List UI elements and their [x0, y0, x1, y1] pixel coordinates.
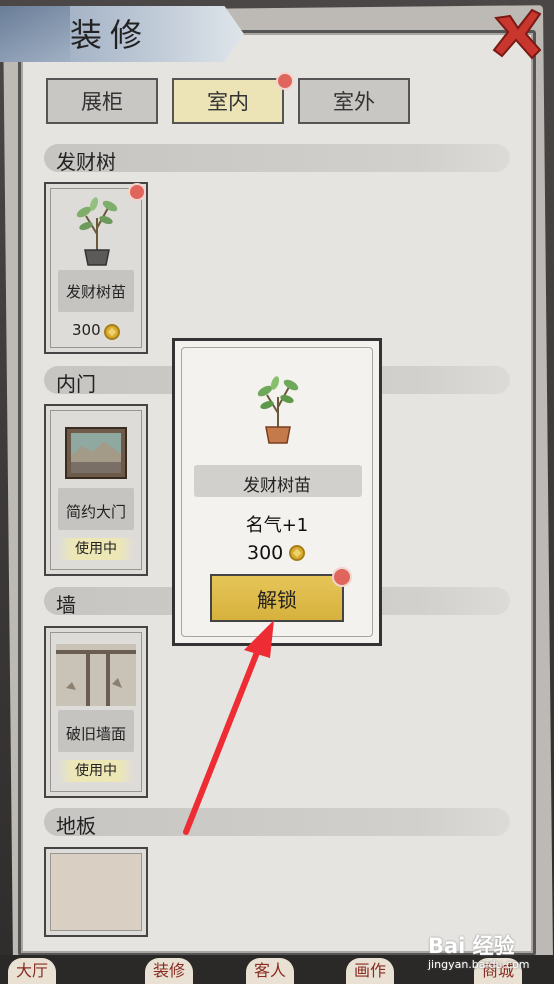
popup-item-name: 发财树苗 [243, 476, 311, 496]
nav-hall[interactable]: 大厅 [8, 958, 57, 984]
section-label: 发财树 [56, 150, 116, 174]
plant-pot-icon [257, 376, 299, 444]
nav-decoration[interactable]: 装修 [145, 958, 194, 984]
tab-label: 室内 [207, 90, 249, 114]
section-bar [44, 808, 510, 836]
watermark: Bai 经验 jingyan.baidu.com [428, 930, 550, 980]
item-name: 破旧墙面 [65, 725, 126, 743]
in-use-badge: 使用中 [58, 538, 134, 560]
watermark-main: Bai 经验 [428, 934, 515, 958]
item-name: 发财树苗 [65, 283, 126, 301]
popup-price: 300 [247, 542, 284, 564]
item-detail-popup: 发财树苗 名气+1 300 解锁 [172, 338, 382, 646]
nav-guests[interactable]: 客人 [246, 958, 295, 984]
popup-effect: 名气+1 [245, 515, 309, 536]
unlock-button[interactable]: 解锁 [210, 574, 344, 622]
item-card-old-wall[interactable]: 破旧墙面 使用中 [44, 626, 148, 798]
notification-dot [332, 567, 352, 587]
tab-label: 展柜 [81, 90, 123, 114]
close-icon[interactable] [488, 6, 546, 64]
tab-indoor[interactable]: 室内 [172, 78, 284, 124]
plant-pot-icon [76, 197, 118, 266]
nav-paintings[interactable]: 画作 [346, 958, 395, 984]
tab-showcase[interactable]: 展柜 [46, 78, 158, 124]
floor-thumbnail [50, 853, 142, 931]
coin-icon [289, 545, 305, 561]
item-card-money-tree[interactable]: 发财树苗 300 [44, 182, 148, 354]
tab-outdoor[interactable]: 室外 [298, 78, 410, 124]
section-label: 内门 [56, 372, 96, 396]
notification-dot [276, 72, 294, 90]
item-card-floor[interactable] [44, 847, 148, 937]
door-thumbnail-icon [65, 427, 127, 479]
section-label: 地板 [56, 814, 96, 838]
watermark-sub: jingyan.baidu.com [428, 958, 530, 971]
section-label: 墙 [56, 593, 76, 617]
coin-icon [104, 324, 120, 340]
wall-thumbnail-icon [56, 644, 136, 706]
item-price: 300 [72, 321, 101, 339]
unlock-label: 解锁 [257, 587, 297, 612]
notification-dot [128, 183, 146, 201]
item-name: 简约大门 [65, 503, 126, 521]
item-card-simple-door[interactable]: 简约大门 使用中 [44, 404, 148, 576]
page-title: 装修 [70, 16, 151, 54]
in-use-badge: 使用中 [58, 760, 134, 782]
tab-label: 室外 [333, 90, 375, 114]
